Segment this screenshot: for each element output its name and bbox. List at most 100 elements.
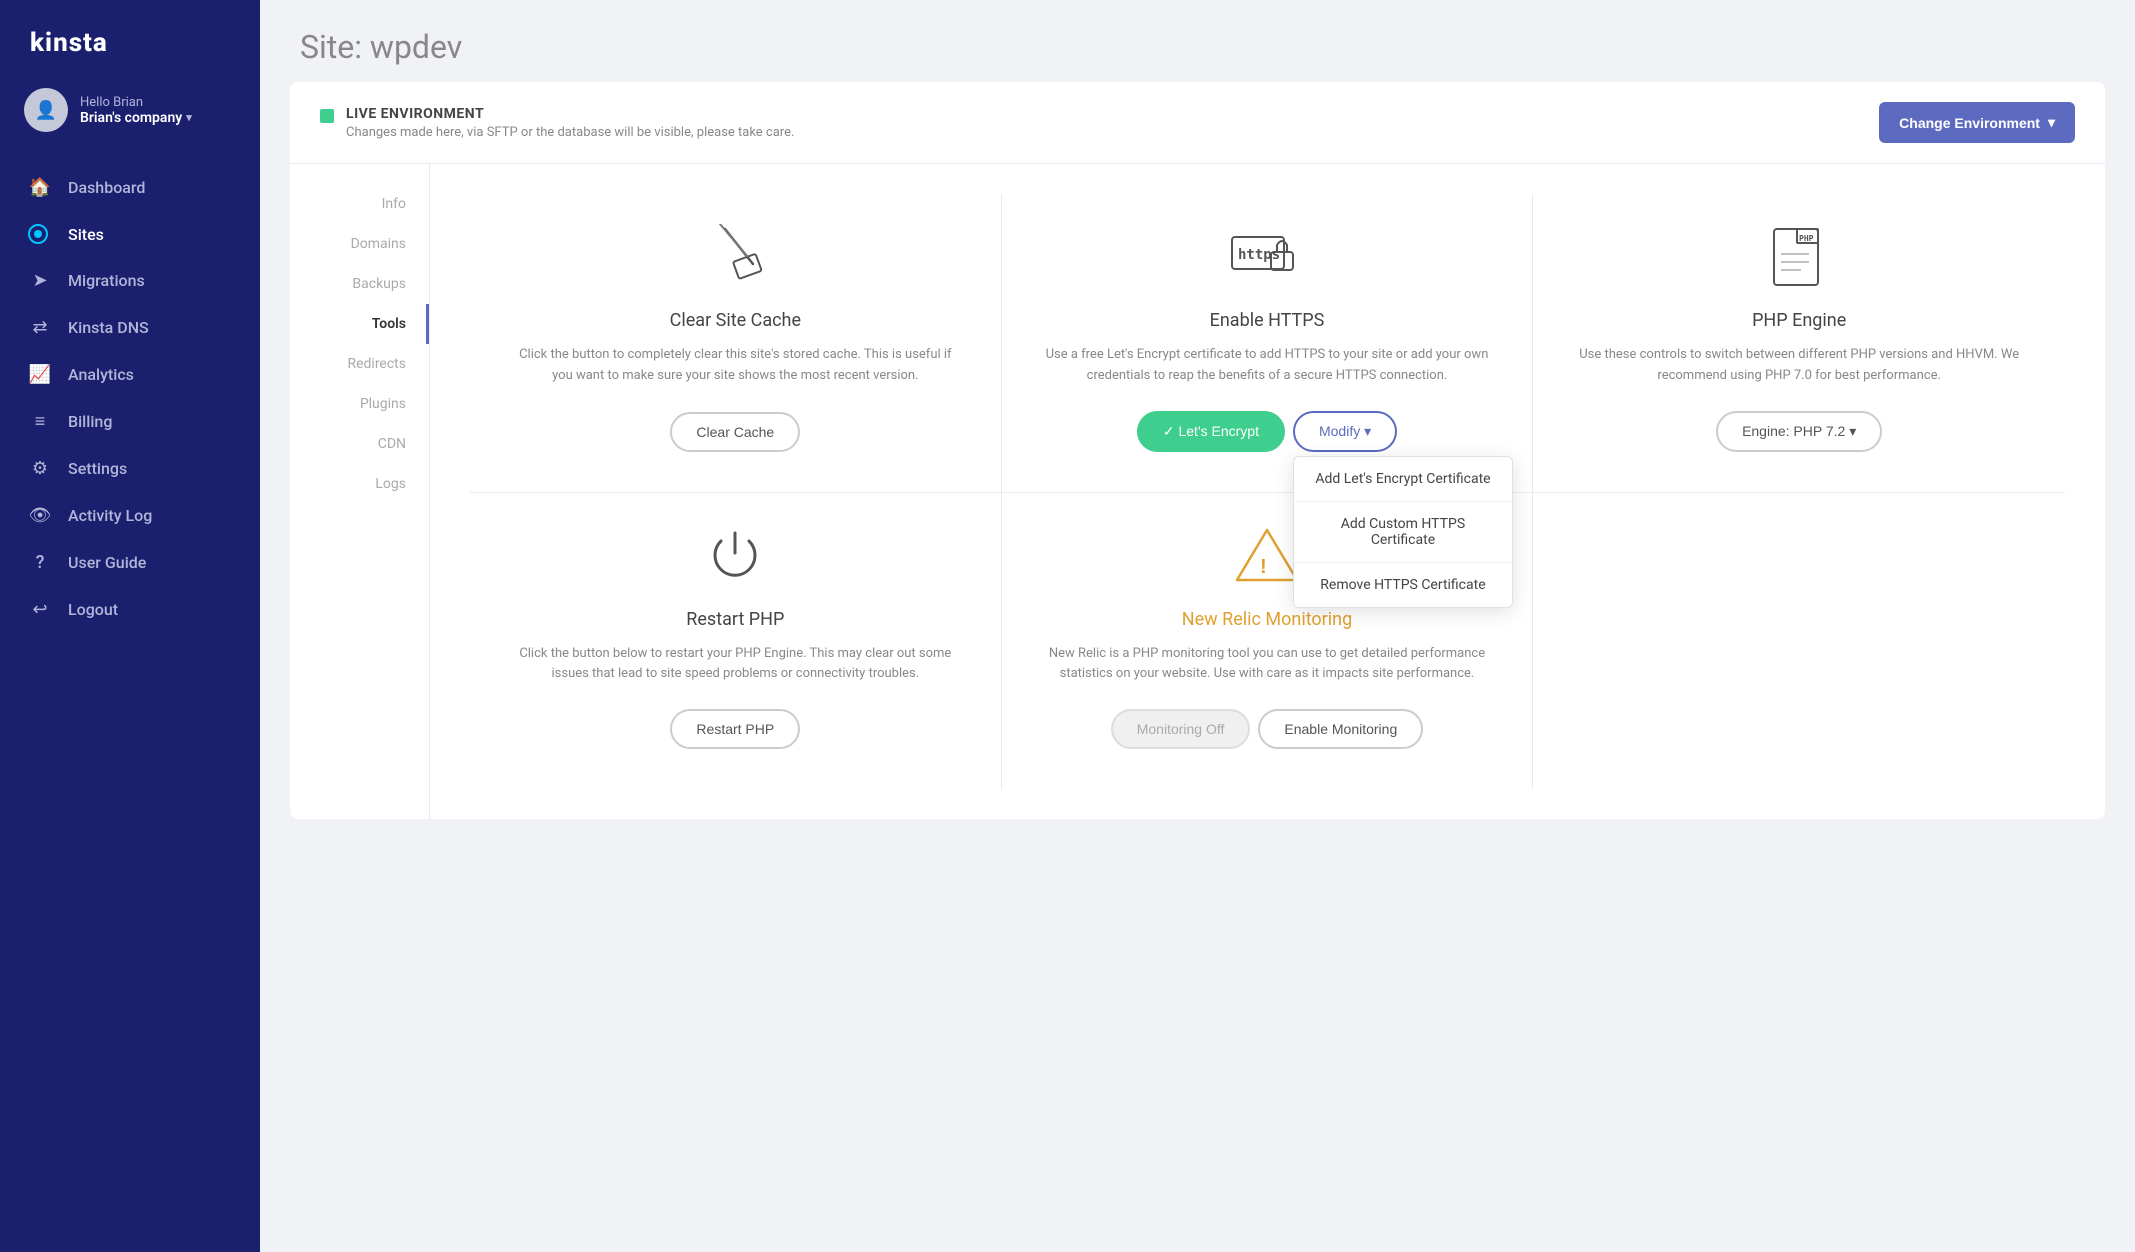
tools-content: Clear Site Cache Click the button to com… (430, 164, 2105, 819)
billing-icon: ≡ (28, 411, 52, 432)
migrations-icon: ➤ (28, 270, 52, 291)
sidebar-item-label: Activity Log (68, 506, 152, 525)
svg-text:!: ! (1260, 556, 1267, 578)
change-environment-button[interactable]: Change Environment ▾ (1879, 102, 2075, 143)
chevron-down-icon: ▾ (2048, 114, 2055, 131)
tab-plugins[interactable]: Plugins (290, 384, 429, 424)
sidebar-nav: 🏠 Dashboard Sites ➤ Migrations ⇄ Kinsta … (0, 156, 260, 1252)
sidebar-item-settings[interactable]: ⚙ Settings (0, 445, 260, 492)
sidebar: kinsta 👤 Hello Brian Brian's company ▾ 🏠… (0, 0, 260, 1252)
sidebar-item-label: Settings (68, 459, 127, 478)
dropdown-item-lets-encrypt[interactable]: Add Let's Encrypt Certificate (1294, 457, 1512, 502)
sidebar-item-label: Kinsta DNS (68, 318, 149, 337)
php-engine-desc: Use these controls to switch between dif… (1573, 345, 2025, 387)
sidebar-item-analytics[interactable]: 📈 Analytics (0, 351, 260, 398)
sidebar-item-sites[interactable]: Sites (0, 211, 260, 257)
https-icon: https (1227, 224, 1307, 294)
chevron-down-icon: ▾ (186, 111, 192, 124)
user-company: Brian's company ▾ (80, 110, 236, 126)
sidebar-item-label: Dashboard (68, 178, 145, 197)
sidebar-item-logout[interactable]: ↩ Logout (0, 586, 260, 633)
tab-backups[interactable]: Backups (290, 264, 429, 304)
sidebar-item-activity-log[interactable]: 👁 Activity Log (0, 492, 260, 539)
help-icon: ? (28, 552, 52, 573)
logo: kinsta (0, 0, 260, 78)
page-title: Site: wpdev (300, 28, 2095, 66)
logout-icon: ↩ (28, 599, 52, 620)
clear-cache-desc: Click the button to completely clear thi… (510, 345, 961, 388)
sidebar-item-billing[interactable]: ≡ Billing (0, 398, 260, 445)
tool-clear-cache: Clear Site Cache Click the button to com… (470, 194, 1002, 493)
eye-icon: 👁 (28, 505, 52, 526)
tool-enable-https: https Enable HTTPS Use a free Let's Encr… (1002, 194, 1534, 493)
tab-logs[interactable]: Logs (290, 464, 429, 504)
monitoring-off-button[interactable]: Monitoring Off (1111, 709, 1251, 749)
https-btn-row: ✓ Let's Encrypt Modify ▾ (1137, 411, 1397, 452)
new-relic-icon: ! (1232, 523, 1302, 593)
new-relic-title: New Relic Monitoring (1182, 609, 1352, 630)
sidebar-item-label: User Guide (68, 553, 146, 572)
php-icon: PHP (1769, 224, 1829, 294)
clear-cache-button[interactable]: Clear Cache (670, 412, 800, 452)
sidebar-item-label: Billing (68, 412, 112, 431)
tool-php-engine: PHP PHP Engine Use these controls to swi… (1533, 194, 2065, 493)
env-subtitle: Changes made here, via SFTP or the datab… (346, 125, 794, 140)
enable-https-title: Enable HTTPS (1210, 310, 1325, 331)
restart-php-button[interactable]: Restart PHP (670, 709, 800, 749)
sidebar-item-dashboard[interactable]: 🏠 Dashboard (0, 164, 260, 211)
php-engine-title: PHP Engine (1752, 310, 1846, 331)
new-relic-desc: New Relic is a PHP monitoring tool you c… (1042, 644, 1493, 686)
sites-icon (28, 224, 52, 244)
sidebar-item-label: Analytics (68, 365, 134, 384)
main-content: Site: wpdev LIVE ENVIRONMENT Changes mad… (260, 0, 2135, 1252)
sidebar-item-label: Migrations (68, 271, 145, 290)
engine-select-button[interactable]: Engine: PHP 7.2 ▾ (1716, 411, 1882, 452)
content-panel: Info Domains Backups Tools Redirects Plu… (290, 164, 2105, 819)
sub-navigation: Info Domains Backups Tools Redirects Plu… (290, 164, 430, 819)
enable-https-desc: Use a free Let's Encrypt certificate to … (1042, 345, 1493, 387)
user-hello: Hello Brian (80, 95, 236, 110)
dropdown-item-custom-https[interactable]: Add Custom HTTPS Certificate (1294, 502, 1512, 563)
sidebar-item-label: Sites (68, 225, 104, 244)
tools-grid: Clear Site Cache Click the button to com… (470, 194, 2065, 789)
env-title: LIVE ENVIRONMENT (346, 106, 794, 122)
modify-button[interactable]: Modify ▾ (1293, 411, 1397, 452)
tab-redirects[interactable]: Redirects (290, 344, 429, 384)
avatar: 👤 (24, 88, 68, 132)
live-dot (320, 109, 334, 123)
home-icon: 🏠 (28, 177, 52, 198)
sidebar-item-migrations[interactable]: ➤ Migrations (0, 257, 260, 304)
new-relic-btn-row: Monitoring Off Enable Monitoring (1111, 709, 1424, 749)
clear-cache-title: Clear Site Cache (670, 310, 801, 331)
analytics-icon: 📈 (28, 364, 52, 385)
enable-monitoring-button[interactable]: Enable Monitoring (1258, 709, 1423, 749)
env-text: LIVE ENVIRONMENT Changes made here, via … (346, 106, 794, 140)
tab-info[interactable]: Info (290, 184, 429, 224)
logo-text: kinsta (30, 28, 108, 58)
sidebar-item-label: Logout (68, 600, 118, 619)
page-header: Site: wpdev (260, 0, 2135, 82)
sidebar-item-user-guide[interactable]: ? User Guide (0, 539, 260, 586)
lets-encrypt-button[interactable]: ✓ Let's Encrypt (1137, 411, 1285, 452)
tool-restart-php: Restart PHP Click the button below to re… (470, 493, 1002, 790)
tab-tools[interactable]: Tools (290, 304, 429, 344)
user-info: Hello Brian Brian's company ▾ (80, 95, 236, 126)
env-info: LIVE ENVIRONMENT Changes made here, via … (320, 106, 794, 140)
sidebar-item-kinsta-dns[interactable]: ⇄ Kinsta DNS (0, 304, 260, 351)
content-area: LIVE ENVIRONMENT Changes made here, via … (260, 82, 2135, 1252)
dropdown-item-remove-https[interactable]: Remove HTTPS Certificate (1294, 563, 1512, 607)
restart-php-title: Restart PHP (686, 609, 784, 630)
tab-cdn[interactable]: CDN (290, 424, 429, 464)
user-section[interactable]: 👤 Hello Brian Brian's company ▾ (0, 78, 260, 156)
dns-icon: ⇄ (28, 317, 52, 338)
restart-php-desc: Click the button below to restart your P… (510, 644, 961, 686)
modify-dropdown-menu: Add Let's Encrypt Certificate Add Custom… (1293, 456, 1513, 608)
modify-dropdown-wrapper: Modify ▾ Add Let's Encrypt Certificate (1293, 411, 1397, 452)
svg-text:https: https (1238, 247, 1280, 263)
settings-icon: ⚙ (28, 458, 52, 479)
environment-banner: LIVE ENVIRONMENT Changes made here, via … (290, 82, 2105, 164)
power-icon (705, 523, 765, 593)
broom-icon (705, 224, 765, 294)
tab-domains[interactable]: Domains (290, 224, 429, 264)
svg-text:PHP: PHP (1799, 234, 1814, 243)
